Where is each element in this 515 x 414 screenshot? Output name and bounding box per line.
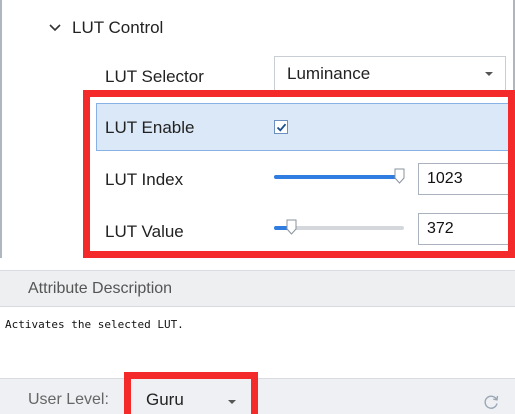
lut-selector-value: Luminance bbox=[287, 63, 371, 83]
user-level-label: User Level: bbox=[28, 391, 109, 408]
lut-selector-dropdown[interactable]: Luminance bbox=[274, 56, 506, 91]
attribute-description-header: Attribute Description bbox=[0, 270, 515, 307]
highlight-annotation-box bbox=[83, 90, 515, 258]
refresh-icon[interactable] bbox=[482, 393, 500, 411]
panel-left-border bbox=[0, 0, 2, 270]
attribute-description-title: Attribute Description bbox=[28, 279, 173, 297]
attribute-description-text: Activates the selected LUT. bbox=[5, 318, 184, 331]
dropdown-arrow-icon bbox=[485, 72, 493, 76]
highlight-annotation-box-footer bbox=[124, 372, 258, 414]
chevron-down-icon[interactable] bbox=[48, 23, 62, 33]
panel-splitter[interactable] bbox=[0, 258, 515, 270]
lut-control-group-header[interactable]: LUT Control bbox=[48, 14, 163, 42]
lut-selector-label: LUT Selector bbox=[105, 67, 204, 86]
group-title: LUT Control bbox=[72, 18, 164, 37]
